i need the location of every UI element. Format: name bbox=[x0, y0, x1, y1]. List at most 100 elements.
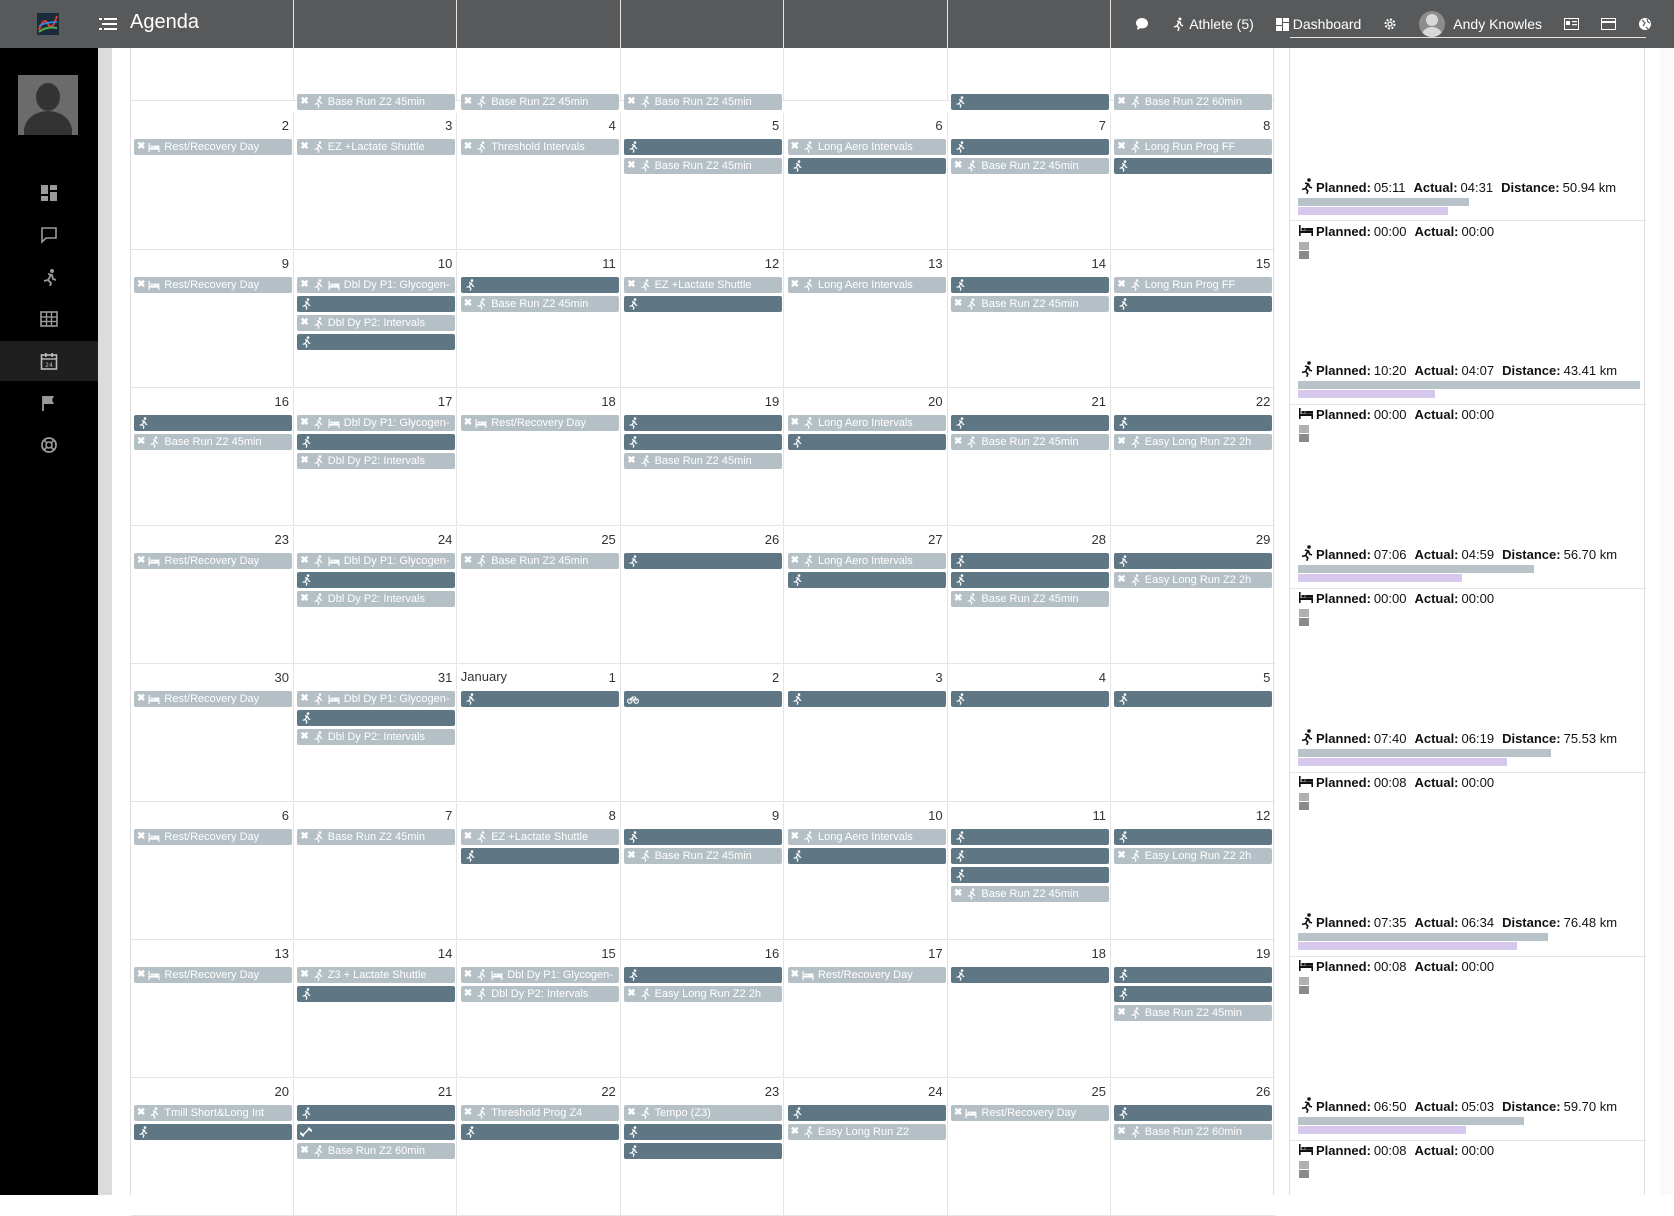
workout-event[interactable]: ✖ Rest/Recovery Day bbox=[134, 691, 292, 707]
workout-event[interactable]: ✖ Base Run Z2 45min bbox=[624, 158, 783, 174]
workout-event[interactable]: ✖ Threshold Intervals bbox=[460, 139, 619, 155]
calendar-day-cell[interactable]: 3 bbox=[785, 665, 948, 802]
remove-icon[interactable]: ✖ bbox=[300, 139, 308, 155]
workout-event[interactable]: ✖ Dbl Dy P2: Intervals bbox=[297, 315, 456, 331]
calendar-day-cell[interactable]: 14 ✖ Z3 + Lactate Shuttle bbox=[294, 941, 458, 1078]
workout-event[interactable]: ✖ Base Run Z2 45min bbox=[951, 296, 1109, 312]
workout-event[interactable]: ✖ Long Aero Intervals bbox=[787, 829, 946, 845]
billing-button[interactable] bbox=[1601, 18, 1616, 30]
workout-event[interactable] bbox=[297, 434, 456, 450]
remove-icon[interactable]: ✖ bbox=[791, 829, 799, 845]
calendar-day-cell[interactable]: 5 bbox=[1111, 665, 1274, 802]
calendar-day-cell[interactable]: 28 ✖ Base Run Z2 45min bbox=[948, 527, 1111, 664]
remove-icon[interactable]: ✖ bbox=[137, 434, 145, 450]
workout-event[interactable]: ✖ Rest/Recovery Day bbox=[460, 415, 619, 431]
workout-event[interactable]: ✖ Rest/Recovery Day bbox=[134, 139, 292, 155]
calendar-day-cell[interactable]: 3 ✖ EZ +Lactate Shuttle bbox=[294, 113, 458, 250]
workout-event[interactable] bbox=[951, 94, 1109, 110]
workout-event[interactable]: ✖ Easy Long Run Z2 bbox=[787, 1124, 946, 1140]
workout-event[interactable]: ✖ Dbl Dy P2: Intervals bbox=[460, 986, 619, 1002]
workout-event[interactable] bbox=[951, 139, 1109, 155]
remove-icon[interactable]: ✖ bbox=[954, 158, 962, 174]
workout-event[interactable] bbox=[624, 1143, 783, 1159]
calendar-day-cell[interactable]: 18 ✖ Rest/Recovery Day bbox=[458, 389, 621, 526]
remove-icon[interactable]: ✖ bbox=[137, 553, 145, 569]
workout-event[interactable] bbox=[1114, 415, 1273, 431]
workout-event[interactable]: ✖ Base Run Z2 45min bbox=[951, 434, 1109, 450]
remove-icon[interactable]: ✖ bbox=[627, 1105, 635, 1121]
remove-icon[interactable]: ✖ bbox=[791, 967, 799, 983]
workout-event[interactable] bbox=[951, 415, 1109, 431]
remove-icon[interactable]: ✖ bbox=[137, 1105, 145, 1121]
calendar-day-cell[interactable]: 2 bbox=[621, 665, 785, 802]
remove-icon[interactable]: ✖ bbox=[300, 967, 308, 983]
workout-event[interactable] bbox=[1114, 553, 1273, 569]
language-button[interactable] bbox=[1638, 17, 1652, 31]
workout-event[interactable]: ✖ Rest/Recovery Day bbox=[134, 553, 292, 569]
remove-icon[interactable]: ✖ bbox=[791, 1124, 799, 1140]
workout-event[interactable] bbox=[297, 1105, 456, 1121]
workout-event[interactable]: ✖ Long Aero Intervals bbox=[787, 553, 946, 569]
workout-event[interactable]: ✖ Dbl Dy P1: Glycogen- bbox=[297, 277, 456, 293]
remove-icon[interactable]: ✖ bbox=[137, 139, 145, 155]
sidebar-item-calendar[interactable]: 24 bbox=[0, 341, 98, 381]
remove-icon[interactable]: ✖ bbox=[300, 415, 308, 431]
workout-event[interactable]: ✖ Rest/Recovery Day bbox=[951, 1105, 1109, 1121]
remove-icon[interactable]: ✖ bbox=[954, 886, 962, 902]
workout-event[interactable] bbox=[787, 434, 946, 450]
workout-event[interactable] bbox=[1114, 691, 1273, 707]
calendar-day-cell[interactable]: 22 ✖ Threshold Prog Z4 bbox=[458, 1079, 621, 1216]
remove-icon[interactable]: ✖ bbox=[627, 158, 635, 174]
calendar-day-cell[interactable]: 14 ✖ Base Run Z2 45min bbox=[948, 251, 1111, 388]
calendar-day-cell[interactable]: 15 ✖ Long Run Prog FF bbox=[1111, 251, 1274, 388]
workout-event[interactable] bbox=[624, 1124, 783, 1140]
workout-event[interactable]: ✖ Base Run Z2 45min bbox=[951, 591, 1109, 607]
remove-icon[interactable]: ✖ bbox=[300, 1143, 308, 1159]
sidebar-item-support[interactable] bbox=[0, 425, 98, 465]
calendar-day-cell[interactable]: 7 ✖ Base Run Z2 45min bbox=[294, 803, 458, 940]
remove-icon[interactable]: ✖ bbox=[137, 277, 145, 293]
workout-event[interactable]: ✖ Easy Long Run Z2 2h bbox=[624, 986, 783, 1002]
calendar-day-cell[interactable]: 24 ✖ Dbl Dy P1: Glycogen- ✖ Dbl Dy P2: Inter… bbox=[294, 527, 458, 664]
calendar-day-cell[interactable] bbox=[785, 0, 948, 101]
workout-event[interactable]: ✖ Easy Long Run Z2 2h bbox=[1114, 572, 1273, 588]
workout-event[interactable]: ✖ Base Run Z2 45min bbox=[460, 94, 619, 110]
remove-icon[interactable]: ✖ bbox=[627, 453, 635, 469]
workout-event[interactable] bbox=[951, 967, 1109, 983]
remove-icon[interactable]: ✖ bbox=[464, 967, 472, 983]
remove-icon[interactable]: ✖ bbox=[300, 94, 308, 110]
calendar-day-cell[interactable]: 20 ✖ Tmill Short&Long Int bbox=[131, 1079, 294, 1216]
workout-event[interactable]: ✖ Dbl Dy P1: Glycogen- bbox=[297, 691, 456, 707]
settings-button[interactable] bbox=[1383, 17, 1397, 31]
calendar-day-cell[interactable]: 5 ✖ Base Run Z2 45min bbox=[621, 113, 785, 250]
workout-event[interactable] bbox=[1114, 296, 1273, 312]
workout-event[interactable] bbox=[951, 691, 1109, 707]
workout-event[interactable] bbox=[1114, 158, 1273, 174]
workout-event[interactable] bbox=[624, 553, 783, 569]
workout-event[interactable] bbox=[787, 572, 946, 588]
remove-icon[interactable]: ✖ bbox=[954, 1105, 962, 1121]
remove-icon[interactable]: ✖ bbox=[464, 986, 472, 1002]
calendar-day-cell[interactable]: 16 ✖ Base Run Z2 45min bbox=[131, 389, 294, 526]
calendar-day-cell[interactable]: 26 bbox=[621, 527, 785, 664]
workout-event[interactable] bbox=[951, 867, 1109, 883]
workout-event[interactable]: ✖ Easy Long Run Z2 2h bbox=[1114, 434, 1273, 450]
workout-event[interactable] bbox=[460, 848, 619, 864]
remove-icon[interactable]: ✖ bbox=[791, 553, 799, 569]
workout-event[interactable] bbox=[297, 572, 456, 588]
profile-picture[interactable] bbox=[18, 75, 78, 135]
sidebar-item-dashboard[interactable] bbox=[0, 173, 98, 213]
workout-event[interactable] bbox=[460, 277, 619, 293]
workout-event[interactable]: ✖ Base Run Z2 60min bbox=[297, 1143, 456, 1159]
workout-event[interactable]: ✖ Dbl Dy P2: Intervals bbox=[297, 729, 456, 745]
calendar-day-cell[interactable]: 10 ✖ Long Aero Intervals bbox=[785, 803, 948, 940]
remove-icon[interactable]: ✖ bbox=[464, 1105, 472, 1121]
remove-icon[interactable]: ✖ bbox=[464, 296, 472, 312]
workout-event[interactable] bbox=[297, 710, 456, 726]
workout-event[interactable] bbox=[624, 829, 783, 845]
workout-event[interactable]: ✖ Rest/Recovery Day bbox=[787, 967, 946, 983]
calendar-day-cell[interactable]: 11 ✖ Base Run Z2 45min bbox=[948, 803, 1111, 940]
workout-event[interactable]: ✖ Base Run Z2 45min bbox=[1114, 1005, 1273, 1021]
remove-icon[interactable]: ✖ bbox=[627, 986, 635, 1002]
remove-icon[interactable]: ✖ bbox=[1117, 434, 1125, 450]
